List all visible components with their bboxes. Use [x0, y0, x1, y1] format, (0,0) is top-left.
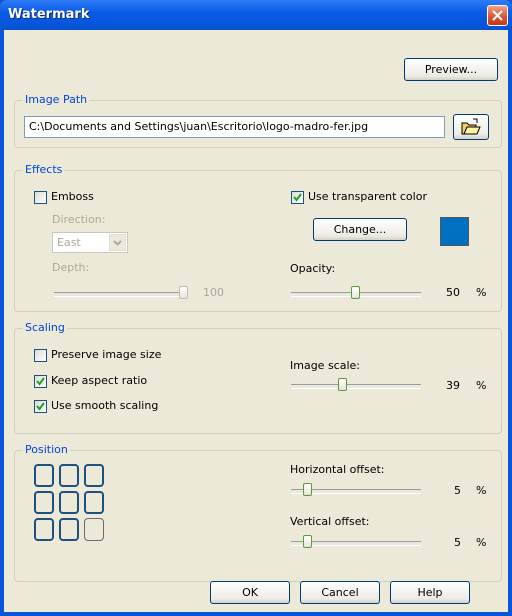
- preserve-size-label: Preserve image size: [51, 348, 162, 361]
- window-title: Watermark: [8, 7, 90, 22]
- position-bottom-center[interactable]: [59, 518, 79, 541]
- watermark-dialog: Watermark Preview... Image Path C:\Docum…: [0, 0, 512, 616]
- position-middle-right[interactable]: [84, 491, 104, 514]
- opacity-value: 50: [446, 286, 460, 299]
- chevron-down-icon: [113, 240, 122, 246]
- image-scale-value: 39: [446, 379, 460, 392]
- position-group-label: Position: [23, 443, 70, 456]
- image-scale-slider-track[interactable]: [291, 384, 421, 389]
- emboss-checkbox[interactable]: [34, 191, 47, 204]
- ok-button[interactable]: OK: [210, 581, 290, 604]
- position-bottom-right[interactable]: [84, 518, 104, 541]
- image-path-input[interactable]: C:\Documents and Settings\juan\Escritori…: [24, 116, 445, 138]
- help-button[interactable]: Help: [390, 581, 470, 604]
- horizontal-offset-slider-thumb[interactable]: [303, 483, 312, 496]
- depth-value: 100: [203, 286, 224, 299]
- direction-select[interactable]: East: [52, 232, 128, 253]
- transparent-color-swatch: [440, 217, 469, 246]
- cancel-button[interactable]: Cancel: [300, 581, 380, 604]
- image-scale-label: Image scale:: [290, 359, 360, 372]
- vertical-offset-slider-thumb[interactable]: [303, 535, 312, 548]
- position-top-center[interactable]: [59, 464, 79, 487]
- effects-group-label: Effects: [23, 163, 65, 176]
- depth-label: Depth:: [52, 261, 90, 274]
- image-scale-slider-thumb[interactable]: [338, 378, 347, 391]
- position-middle-left[interactable]: [34, 491, 54, 514]
- close-button[interactable]: [487, 5, 508, 26]
- smooth-scaling-label: Use smooth scaling: [51, 399, 159, 412]
- use-transparent-checkbox[interactable]: [291, 191, 304, 204]
- opacity-slider-thumb[interactable]: [351, 286, 360, 299]
- open-folder-icon: [461, 118, 481, 135]
- preserve-size-checkbox[interactable]: [34, 349, 47, 362]
- image-scale-unit: %: [476, 379, 487, 392]
- keep-aspect-checkbox[interactable]: [34, 375, 47, 388]
- depth-slider-track[interactable]: [54, 292, 187, 297]
- title-bar[interactable]: Watermark: [0, 0, 512, 30]
- opacity-unit: %: [476, 286, 487, 299]
- vertical-offset-label: Vertical offset:: [290, 515, 370, 528]
- preview-button[interactable]: Preview...: [404, 58, 498, 81]
- smooth-scaling-checkbox[interactable]: [34, 400, 47, 413]
- checkmark-icon: [36, 402, 45, 411]
- vertical-offset-unit: %: [476, 536, 487, 549]
- position-top-left[interactable]: [34, 464, 54, 487]
- close-icon: [492, 10, 503, 21]
- horizontal-offset-label: Horizontal offset:: [290, 463, 385, 476]
- change-color-button[interactable]: Change...: [313, 218, 407, 241]
- browse-button[interactable]: [453, 114, 489, 140]
- position-top-right[interactable]: [84, 464, 104, 487]
- horizontal-offset-unit: %: [476, 484, 487, 497]
- vertical-offset-value: 5: [454, 536, 461, 549]
- direction-label: Direction:: [52, 213, 106, 226]
- checkmark-icon: [293, 193, 302, 202]
- dialog-client: Preview... Image Path C:\Documents and S…: [4, 30, 508, 612]
- scaling-group-label: Scaling: [23, 321, 67, 334]
- depth-slider-thumb[interactable]: [179, 286, 188, 299]
- emboss-label: Emboss: [51, 190, 94, 203]
- checkmark-icon: [36, 377, 45, 386]
- image-path-group-label: Image Path: [23, 93, 90, 106]
- keep-aspect-label: Keep aspect ratio: [51, 374, 148, 387]
- dropdown-button[interactable]: [109, 234, 126, 251]
- direction-value: East: [57, 236, 81, 249]
- horizontal-offset-value: 5: [454, 484, 461, 497]
- position-bottom-left[interactable]: [34, 518, 54, 541]
- opacity-label: Opacity:: [290, 262, 336, 275]
- position-middle-center[interactable]: [59, 491, 79, 514]
- use-transparent-label: Use transparent color: [308, 190, 427, 203]
